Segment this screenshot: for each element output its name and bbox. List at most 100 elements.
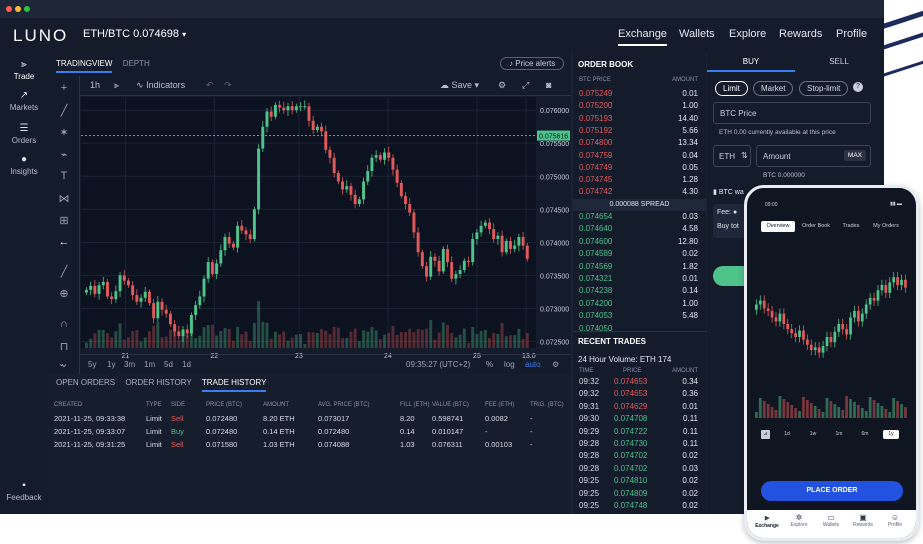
phone-nav-wallets[interactable]: ▭ Wallets bbox=[816, 513, 846, 528]
nav-explore[interactable]: Explore bbox=[729, 28, 766, 40]
max-button[interactable]: MAX bbox=[843, 150, 866, 161]
phone-nav-exchange[interactable]: ⫸ Exchange bbox=[752, 513, 782, 529]
recent-trade-row[interactable]: 09:28 0.074702 0.03 bbox=[573, 463, 706, 475]
amount-input[interactable]: Amount MAX bbox=[756, 145, 871, 167]
order-book-bid-row[interactable]: 0.074321 0.01 bbox=[573, 273, 706, 285]
pair-selector[interactable]: ETH/BTC 0.074698 ▾ bbox=[83, 28, 186, 40]
order-book-ask-row[interactable]: 0.074742 4.30 bbox=[573, 186, 706, 198]
nav-exchange[interactable]: Exchange bbox=[618, 28, 667, 46]
order-book-bid-row[interactable]: 0.074053 5.48 bbox=[573, 310, 706, 322]
recent-trade-row[interactable]: 09:25 0.074809 0.02 bbox=[573, 488, 706, 500]
percent-scale-toggle[interactable]: % bbox=[486, 360, 493, 369]
crosshair-icon[interactable]: + bbox=[48, 82, 80, 94]
recent-trade-row[interactable]: 09:32 0.074653 0.34 bbox=[573, 376, 706, 388]
redo-icon[interactable]: ↷ bbox=[224, 80, 232, 91]
recent-trade-row[interactable]: 09:28 0.074730 0.11 bbox=[573, 438, 706, 450]
order-book-bid-row[interactable]: 0.074200 1.00 bbox=[573, 298, 706, 310]
order-book-ask-row[interactable]: 0.075200 1.00 bbox=[573, 100, 706, 112]
magnet-icon[interactable]: ∩ bbox=[48, 318, 80, 330]
maximize-dot[interactable] bbox=[24, 6, 30, 12]
lock-icon[interactable]: ⊓ bbox=[48, 340, 80, 353]
order-type-limit[interactable]: Limit bbox=[715, 81, 748, 96]
recent-trade-row[interactable]: 09:31 0.074629 0.01 bbox=[573, 401, 706, 413]
nav-rewards[interactable]: Rewards bbox=[779, 28, 822, 40]
phone-tab-my-orders[interactable]: My Orders bbox=[868, 221, 904, 232]
phone-range-1y[interactable]: 1y bbox=[883, 430, 899, 439]
nav-profile[interactable]: Profile bbox=[836, 28, 867, 40]
phone-price-chart[interactable] bbox=[747, 236, 916, 426]
sidebar-item-feedback[interactable]: ▪ Feedback bbox=[0, 480, 48, 502]
recent-trade-row[interactable]: 09:32 0.074653 0.36 bbox=[573, 388, 706, 400]
order-book-bid-row[interactable]: 0.074238 0.14 bbox=[573, 285, 706, 297]
range-1y[interactable]: 1y bbox=[107, 360, 115, 369]
order-book-ask-row[interactable]: 0.074749 0.05 bbox=[573, 162, 706, 174]
order-book-bid-row[interactable]: 0.074589 0.02 bbox=[573, 248, 706, 260]
order-book-bid-row[interactable]: 0.074640 4.58 bbox=[573, 223, 706, 235]
tab-buy[interactable]: BUY bbox=[707, 52, 795, 72]
trendline-icon[interactable]: ╱ bbox=[48, 104, 80, 117]
log-scale-toggle[interactable]: log bbox=[504, 360, 515, 369]
tab-tradingview[interactable]: TRADINGVIEW bbox=[56, 59, 113, 73]
order-book-ask-row[interactable]: 0.074800 13.34 bbox=[573, 137, 706, 149]
scroll-down-icon[interactable]: ⌄ bbox=[58, 359, 65, 368]
candle-type-icon[interactable]: ⫸ bbox=[114, 80, 119, 91]
phone-range-1d[interactable]: 1d bbox=[779, 430, 795, 439]
ruler-icon[interactable]: ╱ bbox=[48, 265, 80, 278]
brush-icon[interactable]: ⌁ bbox=[48, 148, 80, 161]
fib-icon[interactable]: ✶ bbox=[48, 126, 80, 139]
order-type-stop-limit[interactable]: Stop-limit bbox=[799, 81, 849, 96]
tab-depth[interactable]: DEPTH bbox=[123, 59, 150, 68]
auto-scale-toggle[interactable]: auto bbox=[525, 360, 541, 369]
phone-nav-explore[interactable]: ✲ Explore bbox=[784, 513, 814, 528]
order-book-bid-row[interactable]: 0.074654 0.03 bbox=[573, 211, 706, 223]
help-icon[interactable]: ? bbox=[853, 82, 863, 92]
currency-toggle[interactable]: ETH ⇅ bbox=[713, 145, 751, 167]
undo-icon[interactable]: ↶ bbox=[206, 80, 214, 91]
nav-wallets[interactable]: Wallets bbox=[679, 28, 715, 40]
phone-tab-trades[interactable]: Trades bbox=[837, 221, 865, 232]
phone-range-1w[interactable]: 1w bbox=[805, 430, 821, 439]
range-1d[interactable]: 1d bbox=[182, 360, 191, 369]
place-order-button[interactable]: PLACE ORDER bbox=[761, 481, 903, 501]
btc-price-input[interactable]: BTC Price bbox=[713, 102, 871, 124]
phone-tab-overview[interactable]: Overview bbox=[761, 221, 795, 232]
tab-order-history[interactable]: ORDER HISTORY bbox=[125, 378, 191, 387]
recent-trade-row[interactable]: 09:28 0.074702 0.02 bbox=[573, 450, 706, 462]
indicators-button[interactable]: ∿ Indicators bbox=[136, 80, 185, 91]
order-book-ask-row[interactable]: 0.074745 1.28 bbox=[573, 174, 706, 186]
price-alerts-button[interactable]: ♪ Price alerts bbox=[500, 57, 565, 70]
phone-tab-order-book[interactable]: Order Book bbox=[798, 221, 834, 232]
text-icon[interactable]: T bbox=[48, 170, 80, 182]
zoom-icon[interactable]: ⊕ bbox=[48, 287, 80, 300]
tab-trade-history[interactable]: TRADE HISTORY bbox=[201, 378, 267, 392]
sidebar-item-insights[interactable]: ● Insights bbox=[0, 154, 48, 176]
recent-trade-row[interactable]: 09:25 0.074810 0.02 bbox=[573, 475, 706, 487]
phone-nav-rewards[interactable]: ▣ Rewards bbox=[848, 513, 878, 528]
phone-chart-type-icon[interactable]: ⊿ bbox=[761, 430, 770, 439]
minimize-dot[interactable] bbox=[15, 6, 21, 12]
settings-icon[interactable]: ⚙ bbox=[552, 360, 559, 369]
order-book-ask-row[interactable]: 0.074759 0.04 bbox=[573, 150, 706, 162]
order-type-market[interactable]: Market bbox=[753, 81, 794, 96]
phone-range-6m[interactable]: 6m bbox=[857, 430, 873, 439]
recent-trade-row[interactable]: 09:29 0.074722 0.11 bbox=[573, 426, 706, 438]
fullscreen-icon[interactable]: ⤢ bbox=[522, 80, 529, 91]
close-dot[interactable] bbox=[6, 6, 12, 12]
tab-open-orders[interactable]: OPEN ORDERS bbox=[56, 378, 115, 387]
price-chart[interactable]: 0.076000 0.075500 0.075000 0.074500 0.074000… bbox=[48, 52, 571, 374]
camera-icon[interactable]: ◙ bbox=[546, 80, 551, 90]
order-book-bid-row[interactable]: 0.074569 1.82 bbox=[573, 261, 706, 273]
interval-button[interactable]: 1h bbox=[90, 80, 100, 90]
volume-controls-icon[interactable]: ▣▣▣ bbox=[129, 116, 152, 125]
collapse-icon[interactable]: ⊟ bbox=[84, 102, 92, 113]
sidebar-item-trade[interactable]: ⫸ Trade bbox=[0, 59, 48, 81]
settings-icon[interactable]: ⚙ bbox=[498, 80, 506, 91]
sidebar-item-orders[interactable]: ☰ Orders bbox=[0, 123, 48, 145]
phone-nav-profile[interactable]: ☺ Profile bbox=[880, 513, 910, 528]
measure-icon[interactable]: ⊞ bbox=[48, 214, 80, 227]
recent-trade-row[interactable]: 09:30 0.074708 0.11 bbox=[573, 413, 706, 425]
symbol-label[interactable]: ETH/BTC, 60 bbox=[95, 102, 154, 113]
order-book-bid-row[interactable]: 0.074600 12.80 bbox=[573, 236, 706, 248]
luno-logo[interactable]: LUNO bbox=[13, 26, 68, 46]
range-5y[interactable]: 5y bbox=[88, 360, 96, 369]
